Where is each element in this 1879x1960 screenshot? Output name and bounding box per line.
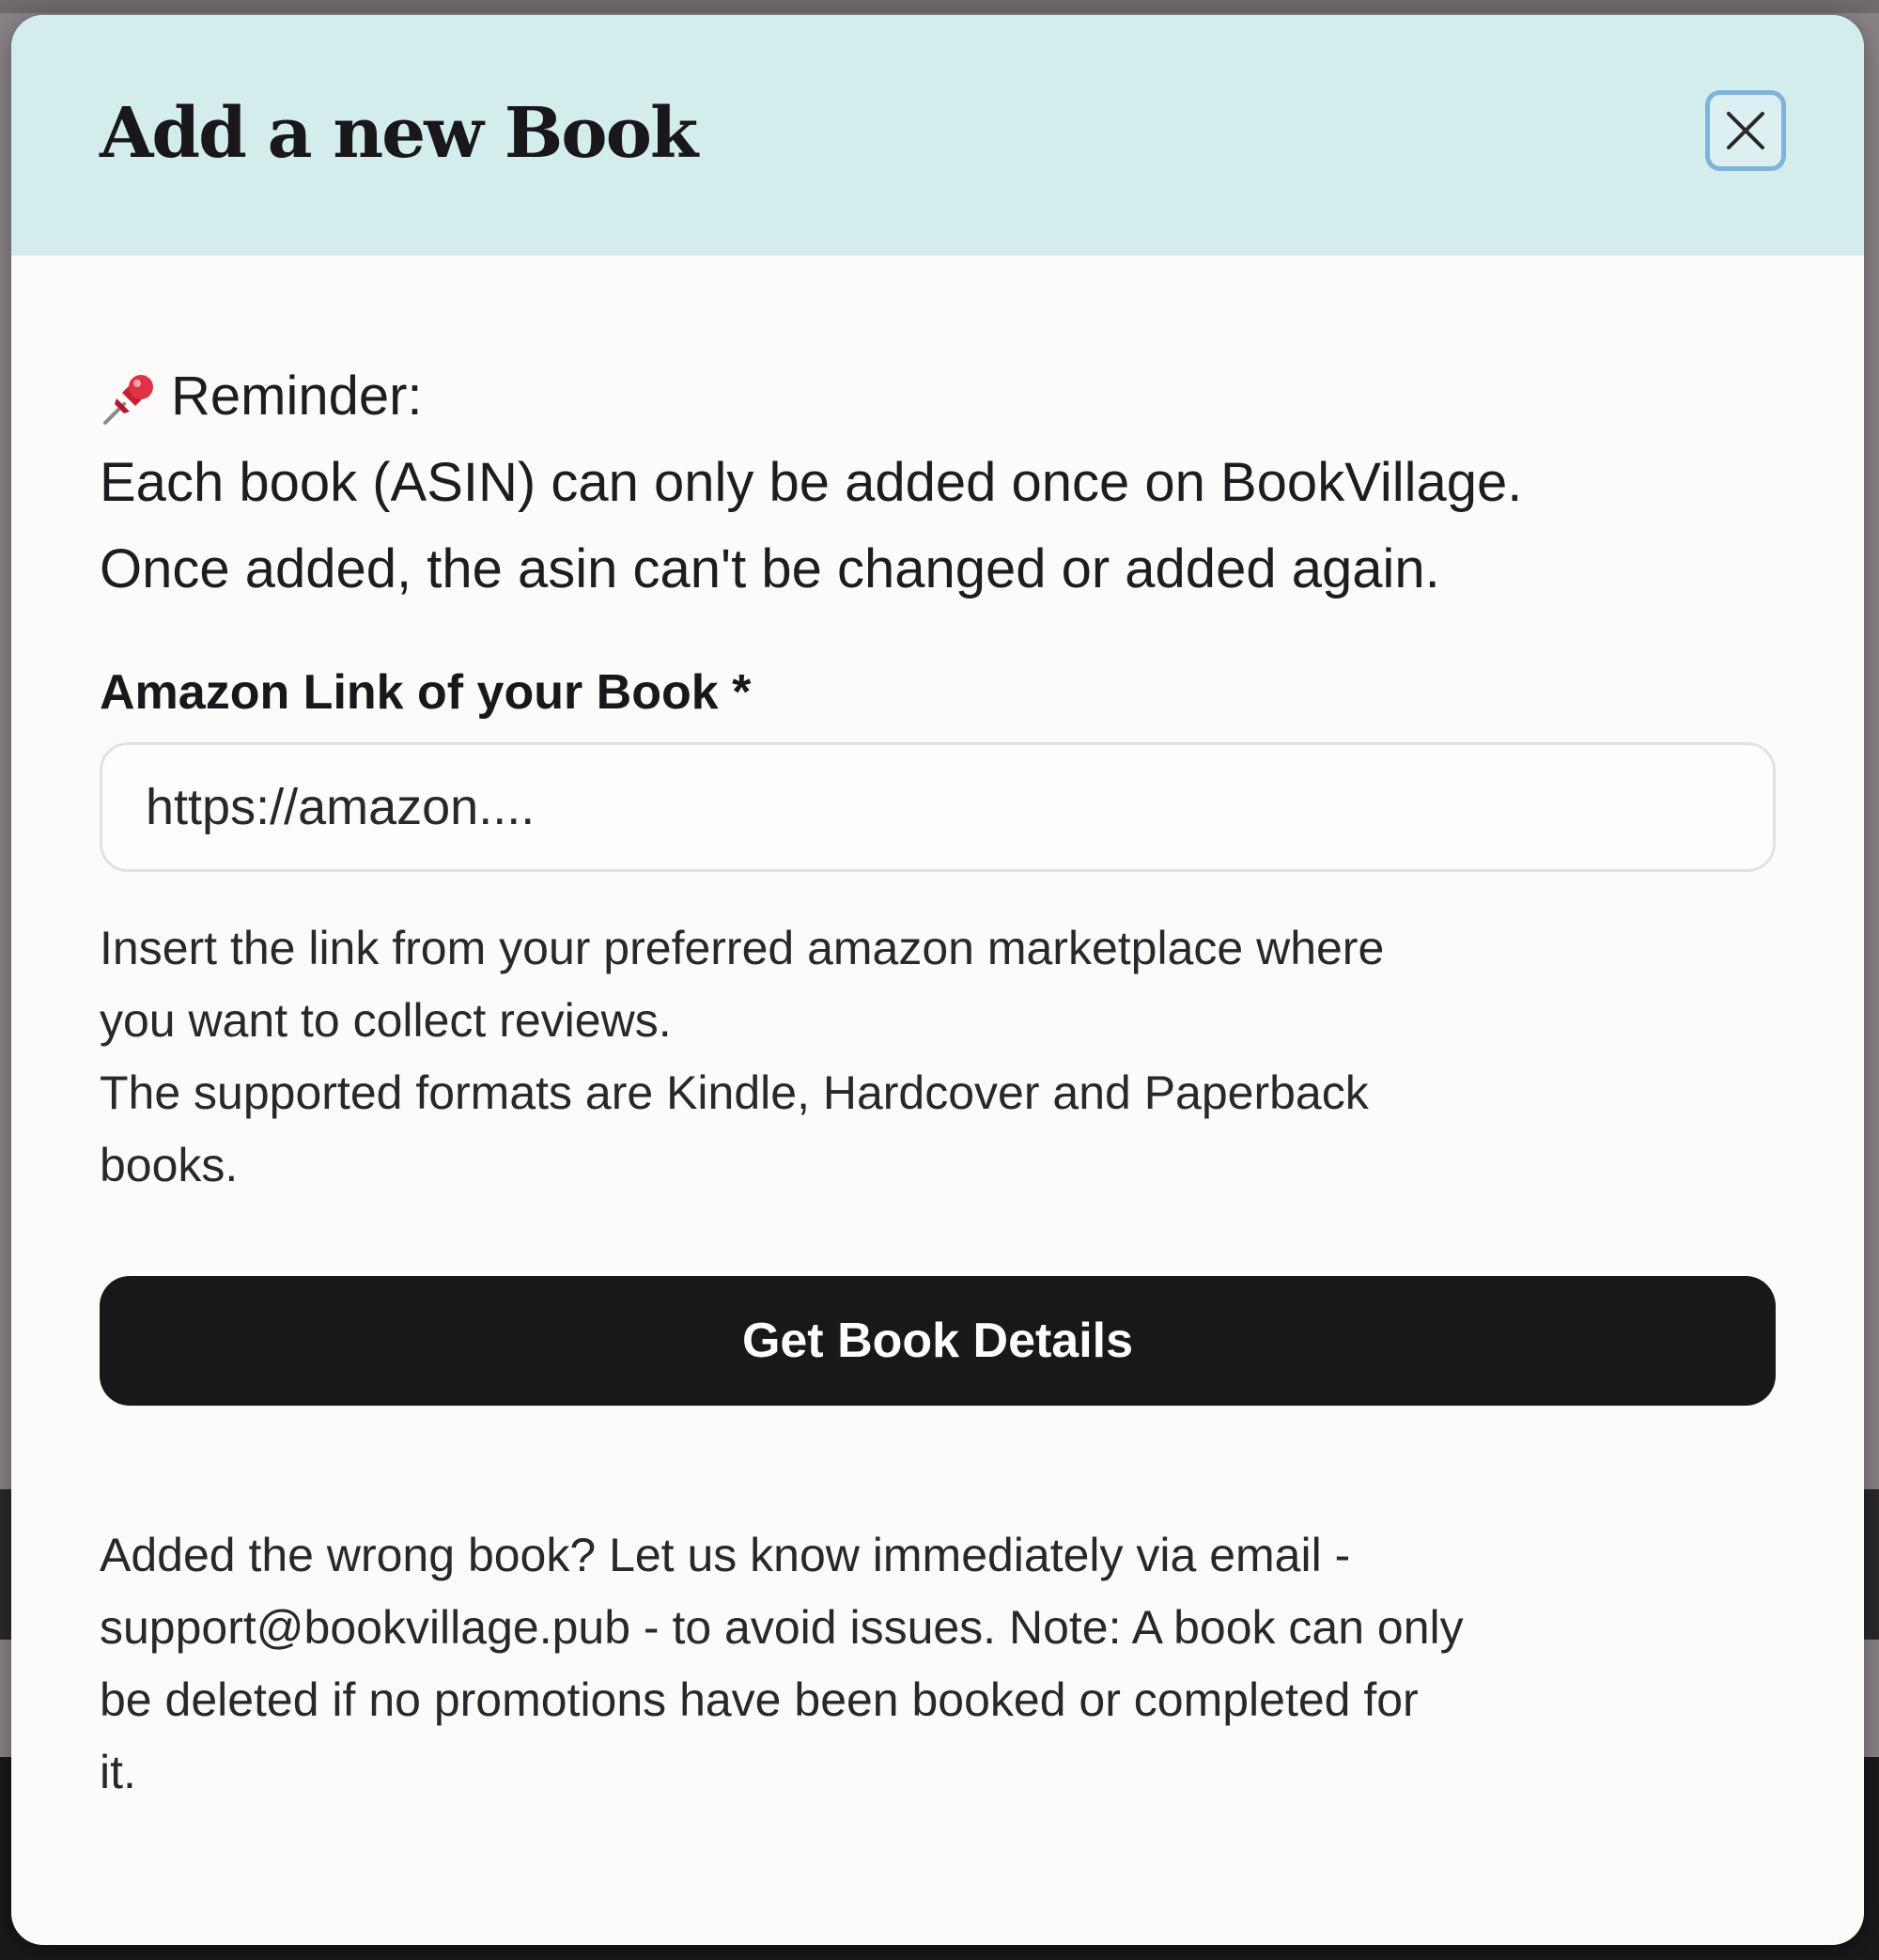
backdrop xyxy=(0,0,1879,13)
amazon-link-label: Amazon Link of your Book * xyxy=(100,665,752,720)
reminder-heading: Reminder: xyxy=(171,366,423,427)
help-line: you want to collect reviews. xyxy=(100,994,672,1047)
pushpin-icon xyxy=(100,367,158,426)
footer-line: Added the wrong book? Let us know immedi… xyxy=(100,1529,1351,1581)
reminder-line: Once added, the asin can't be changed or… xyxy=(100,538,1440,599)
amazon-link-input[interactable] xyxy=(100,742,1776,872)
help-line: The supported formats are Kindle, Hardco… xyxy=(100,1066,1369,1119)
footer-line: support@bookvillage.pub - to avoid issue… xyxy=(100,1601,1464,1654)
reminder-line: Each book (ASIN) can only be added once … xyxy=(100,452,1523,513)
modal-title: Add a new Book xyxy=(100,93,698,174)
close-icon xyxy=(1727,112,1764,149)
reminder-heading-row: Reminder: xyxy=(100,353,1791,440)
footer-note: Added the wrong book? Let us know immedi… xyxy=(100,1519,1791,1809)
help-line: books. xyxy=(100,1139,239,1191)
add-book-modal: Add a new Book Reminder: Each book (ASIN… xyxy=(11,15,1864,1945)
reminder-block: Reminder: Each book (ASIN) can only be a… xyxy=(100,353,1791,613)
footer-line: it. xyxy=(100,1746,136,1798)
help-line: Insert the link from your preferred amaz… xyxy=(100,922,1385,974)
footer-line: be deleted if no promotions have been bo… xyxy=(100,1673,1419,1726)
modal-header: Add a new Book xyxy=(11,15,1864,256)
input-help-text: Insert the link from your preferred amaz… xyxy=(100,912,1791,1202)
close-button[interactable] xyxy=(1705,90,1786,171)
get-book-details-button[interactable]: Get Book Details xyxy=(100,1276,1776,1406)
